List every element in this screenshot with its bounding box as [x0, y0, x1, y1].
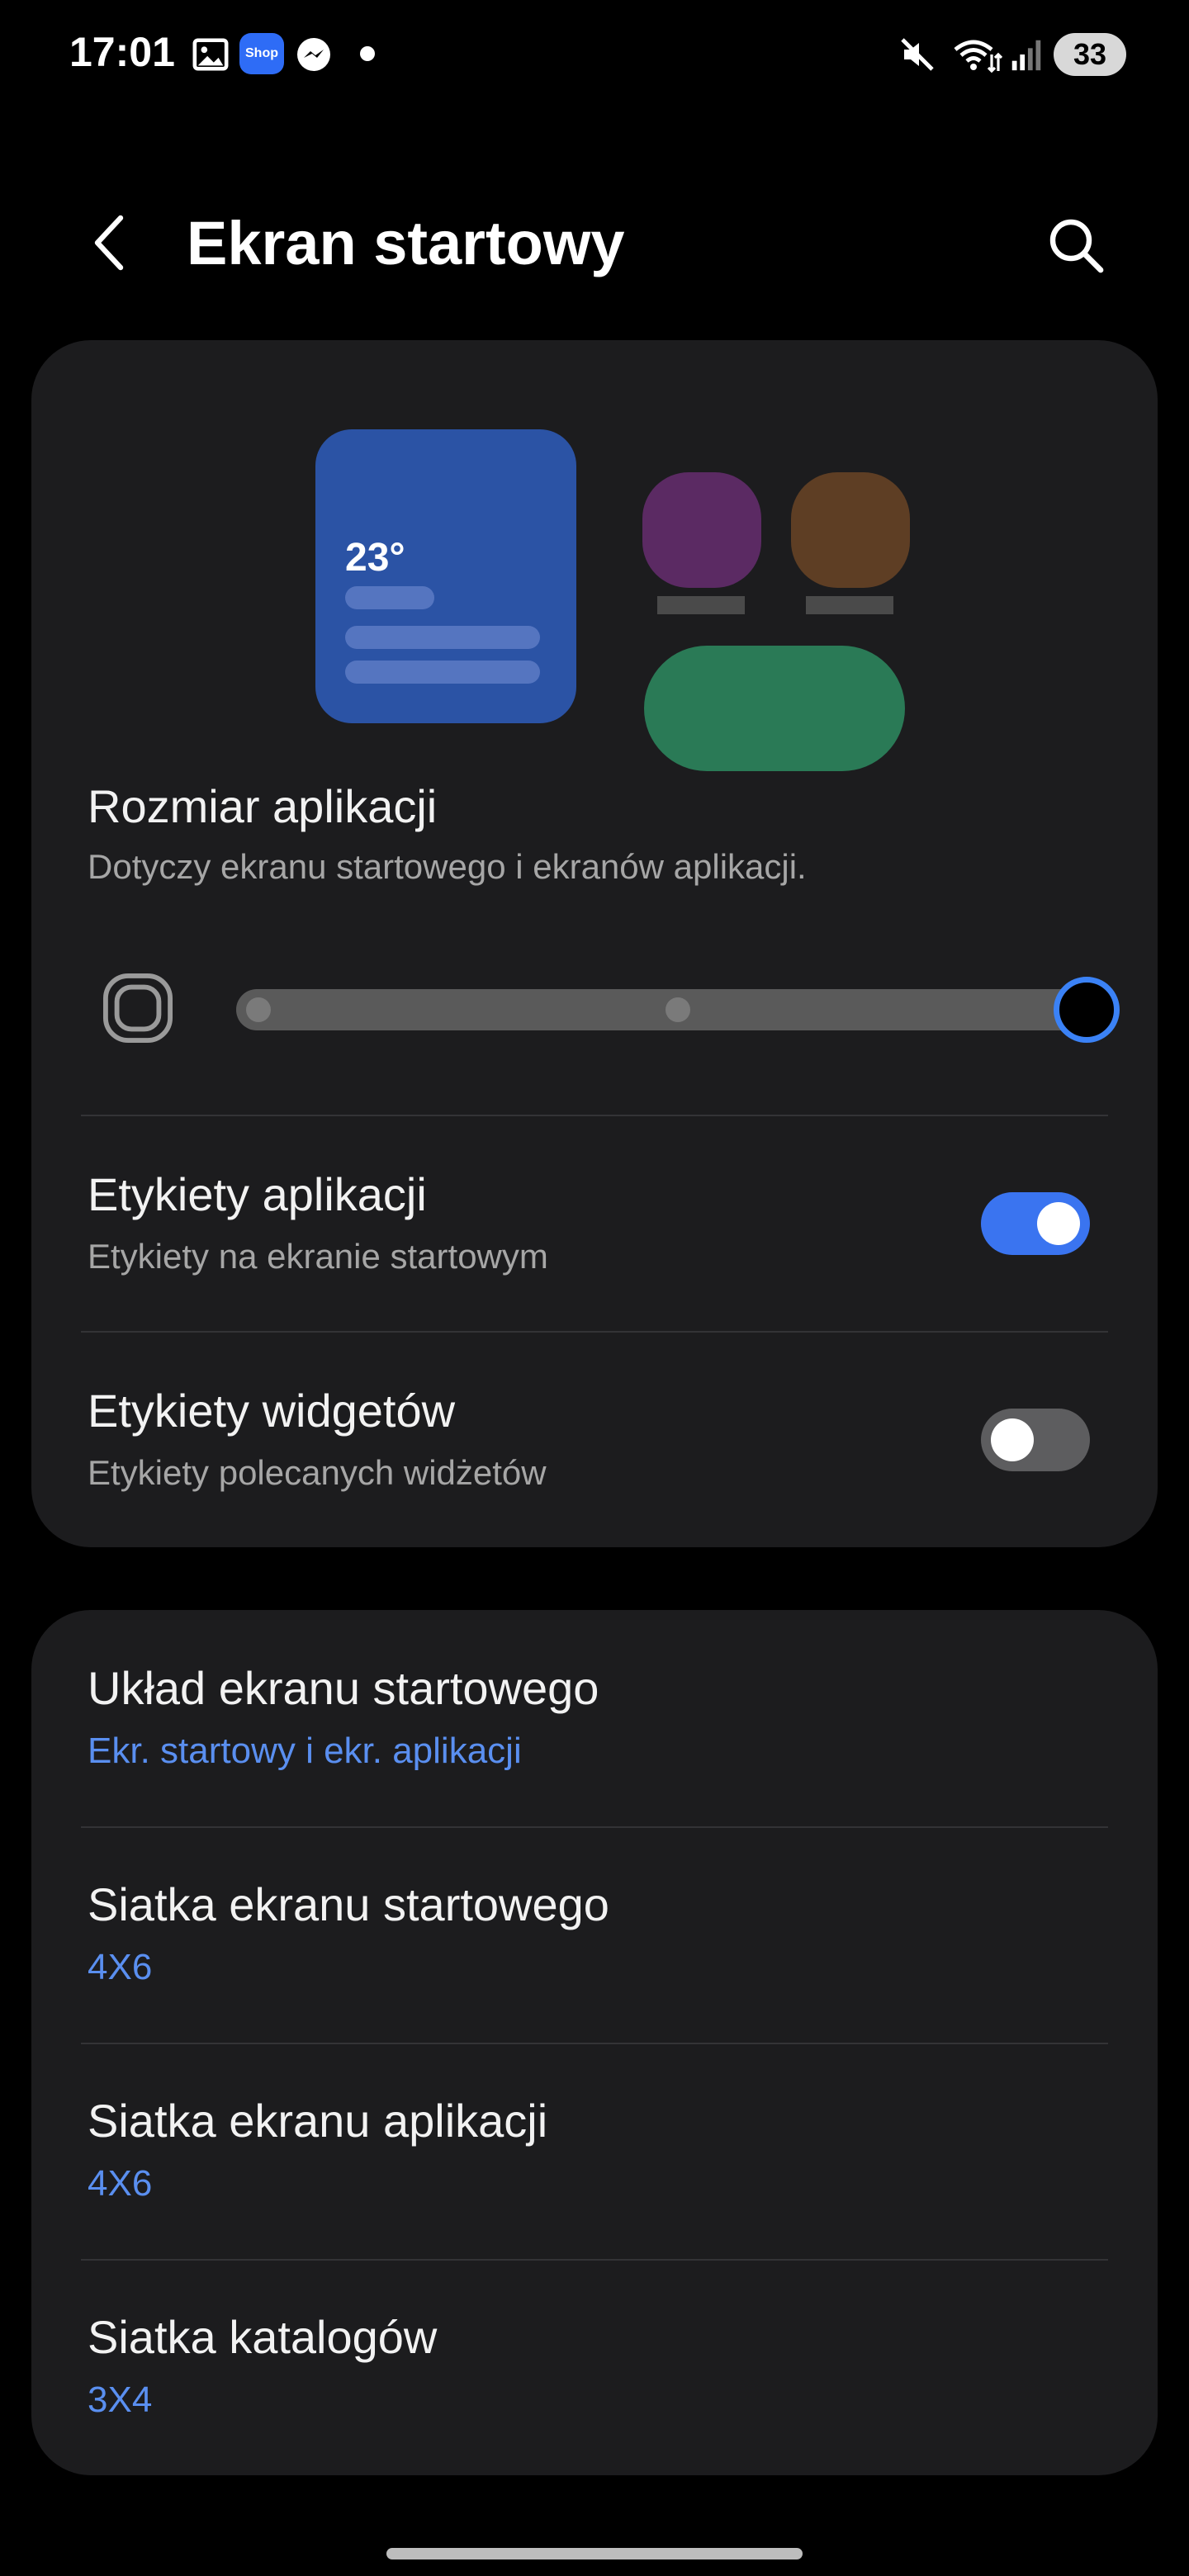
notification-dot-icon [360, 46, 375, 61]
back-arrow-icon [94, 215, 124, 271]
settings-item-folder-grid[interactable]: Siatka katalogów 3X4 [31, 2261, 1158, 2475]
wifi-icon [954, 40, 1002, 73]
status-bar: 17:01 Shop 33 [0, 0, 1189, 107]
slider-step[interactable] [666, 997, 690, 1022]
app-label-preview [657, 596, 745, 614]
search-button[interactable] [1040, 210, 1111, 281]
settings-item-apps-grid[interactable]: Siatka ekranu aplikacji 4X6 [31, 2044, 1158, 2261]
app-labels-title: Etykiety aplikacji [88, 1168, 427, 1220]
grid-settings-card: Układ ekranu startowego Ekr. startowy i … [31, 1610, 1158, 2475]
widget-labels-toggle[interactable] [981, 1409, 1090, 1471]
widget-labels-subtitle: Etykiety polecanych widżetów [88, 1453, 547, 1492]
home-indicator[interactable] [386, 2548, 803, 2559]
home-screen-appearance-card: 23° Rozmiar aplikacji Dotyczy ekranu sta… [31, 340, 1158, 1547]
signal-icon [1011, 40, 1041, 71]
slider-thumb[interactable] [1054, 977, 1120, 1043]
search-icon [1049, 219, 1104, 273]
status-time: 17:01 [69, 29, 175, 75]
settings-item-value: 4X6 [88, 1947, 153, 1987]
settings-item-value: 4X6 [88, 2163, 153, 2204]
pill-widget-preview [644, 646, 905, 771]
settings-item-title: Układ ekranu startowego [88, 1662, 599, 1714]
top-app-bar: Ekran startowy [0, 182, 1189, 305]
shop-icon: Shop [239, 33, 284, 74]
app-size-title: Rozmiar aplikacji [88, 780, 438, 832]
settings-item-value: Ekr. startowy i ekr. aplikacji [88, 1731, 522, 1771]
app-icon-preview [791, 472, 910, 588]
app-labels-toggle[interactable] [981, 1192, 1090, 1255]
widget-line [345, 626, 540, 649]
app-size-slider[interactable] [236, 977, 1120, 1043]
app-size-icon [102, 973, 173, 1044]
slider-step[interactable] [246, 997, 271, 1022]
divider [81, 1331, 1108, 1333]
settings-item-home-grid[interactable]: Siatka ekranu startowego 4X6 [31, 1828, 1158, 2044]
page-title: Ekran startowy [187, 209, 625, 277]
settings-item-title: Siatka ekranu aplikacji [88, 2095, 548, 2147]
widget-line [345, 661, 540, 684]
battery-icon: 33 [1054, 33, 1126, 76]
widget-line [345, 586, 434, 609]
settings-item-value: 3X4 [88, 2379, 153, 2420]
back-button[interactable] [76, 210, 142, 276]
image-icon [192, 38, 229, 71]
toggle-knob [1037, 1202, 1080, 1245]
messenger-icon [297, 38, 330, 71]
mute-icon [901, 38, 934, 71]
settings-item-layout[interactable]: Układ ekranu startowego Ekr. startowy i … [31, 1610, 1158, 1826]
app-size-subtitle: Dotyczy ekranu startowego i ekranów apli… [88, 847, 807, 886]
weather-widget-preview: 23° [315, 429, 576, 723]
widget-labels-title: Etykiety widgetów [88, 1385, 456, 1437]
widget-temperature: 23° [345, 536, 405, 580]
home-screen-preview: 23° [315, 406, 910, 771]
app-label-preview [806, 596, 893, 614]
toggle-knob [991, 1418, 1034, 1461]
divider [81, 1115, 1108, 1116]
app-icon-preview [642, 472, 761, 588]
settings-item-title: Siatka ekranu startowego [88, 1878, 609, 1930]
settings-item-title: Siatka katalogów [88, 2311, 438, 2363]
app-labels-subtitle: Etykiety na ekranie startowym [88, 1237, 548, 1276]
